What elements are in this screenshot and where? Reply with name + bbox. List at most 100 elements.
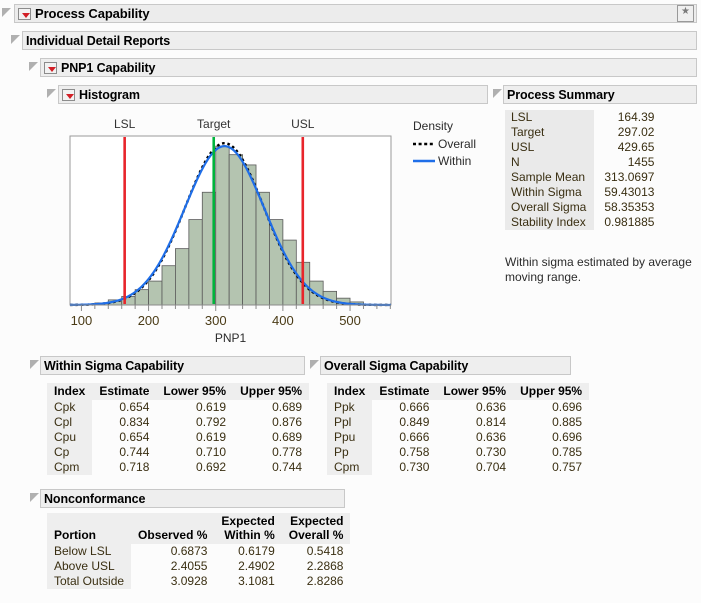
overall-sigma-index-cell: Ppl — [327, 415, 373, 430]
table-row: Cpm 0.730 0.704 0.757 — [327, 460, 589, 475]
red-triangle-menu-icon[interactable] — [18, 7, 31, 20]
nonconformance-col-header: Observed % — [131, 528, 215, 544]
nonconformance-value-cell: 2.4055 — [170, 559, 208, 573]
table-row: Cpm 0.718 0.692 0.744 — [47, 460, 309, 475]
panel-title-within-sigma-capability: Within Sigma Capability — [44, 358, 184, 373]
outline-within-sigma-capability[interactable]: Within Sigma Capability — [40, 356, 305, 375]
x-axis-tick-label: 100 — [71, 313, 93, 328]
star-button-icon[interactable] — [675, 5, 694, 24]
within-sigma-col-header: Estimate — [92, 383, 157, 400]
nonconformance-col-header: Portion — [47, 528, 132, 544]
process-summary-row: LSL 164.39 — [505, 110, 660, 125]
panel-title-individual-detail-reports: Individual Detail Reports — [26, 33, 171, 48]
nonconformance-col-header: Overall % — [281, 528, 351, 544]
disclosure-triangle-individual-detail-reports[interactable] — [10, 34, 21, 45]
red-triangle-menu-icon-histogram[interactable] — [62, 88, 75, 101]
within-sigma-value-cell: 0.654 — [119, 430, 150, 444]
process-summary-value: 1455 — [627, 155, 655, 169]
table-row: Above USL 2.4055 2.4902 2.2868 — [47, 559, 350, 574]
x-axis-title: PNP1 — [215, 331, 247, 345]
histogram-bar — [215, 145, 230, 306]
overall-sigma-value-cell: 0.757 — [552, 460, 583, 474]
outline-pnp1-capability[interactable]: PNP1 Capability — [40, 58, 697, 77]
panel-title-overall-sigma-capability: Overall Sigma Capability — [324, 358, 469, 373]
overall-sigma-value-cell: 0.704 — [476, 460, 507, 474]
nonconformance-value-cell: 2.8286 — [306, 574, 344, 588]
within-sigma-table: Index Estimate Lower 95% Upper 95% Cpk 0.654… — [47, 383, 310, 475]
nonconformance-table: Expected Expected Portion Observed % Within… — [47, 513, 351, 589]
reference-label-target: Target — [197, 117, 231, 131]
process-summary-row: Target 297.02 — [505, 125, 660, 140]
disclosure-triangle-process-capability[interactable] — [1, 7, 12, 18]
overall-sigma-index-cell: Ppu — [327, 430, 373, 445]
process-summary-row: Stability Index 0.981885 — [505, 215, 660, 230]
histogram-bar — [269, 219, 284, 306]
table-row: Cpu 0.654 0.619 0.689 — [47, 430, 309, 445]
overall-sigma-index-cell: Cpm — [327, 460, 373, 475]
nonconformance-value-cell: 2.2868 — [306, 559, 344, 573]
within-sigma-index-cell: Cpl — [47, 415, 93, 430]
outline-process-summary[interactable]: Process Summary — [503, 85, 697, 104]
outline-individual-detail-reports[interactable]: Individual Detail Reports — [22, 31, 697, 50]
histogram-bar — [161, 265, 176, 306]
within-sigma-value-cell: 0.778 — [272, 445, 303, 459]
x-axis-tick-label: 500 — [339, 313, 361, 328]
histogram-bar — [148, 280, 163, 306]
disclosure-triangle-histogram[interactable] — [46, 88, 57, 99]
overall-sigma-value-cell: 0.758 — [399, 445, 430, 459]
overall-sigma-value-cell: 0.666 — [399, 430, 430, 444]
disclosure-triangle-within-sigma[interactable] — [29, 359, 40, 370]
overall-sigma-col-header: Estimate — [372, 383, 437, 400]
within-sigma-table-wrap: Index Estimate Lower 95% Upper 95% Cpk 0.654… — [47, 383, 310, 475]
process-summary-value: 313.0697 — [604, 170, 655, 184]
within-sigma-value-cell: 0.792 — [196, 415, 227, 429]
within-sigma-value-cell: 0.692 — [196, 460, 227, 474]
table-row: Ppk 0.666 0.636 0.696 — [327, 400, 589, 415]
overall-sigma-table: Index Estimate Lower 95% Upper 95% Ppk 0.666… — [327, 383, 590, 475]
overall-sigma-value-cell: 0.636 — [476, 400, 507, 414]
nonconformance-value-cell: 0.6179 — [238, 544, 275, 558]
disclosure-triangle-nonconformance[interactable] — [29, 492, 40, 503]
x-axis-tick-label: 200 — [138, 313, 160, 328]
disclosure-triangle-overall-sigma[interactable] — [309, 359, 320, 370]
nonconformance-col-header-top — [131, 513, 215, 528]
nonconformance-col-header-top — [47, 513, 132, 528]
within-sigma-value-cell: 0.710 — [196, 445, 227, 459]
reference-label-lsl: LSL — [114, 117, 136, 131]
x-axis-tick-label: 400 — [272, 313, 294, 328]
histogram-bar — [228, 154, 243, 306]
process-summary-label: USL — [505, 140, 595, 155]
process-summary-label: Within Sigma — [505, 185, 595, 200]
outline-nonconformance[interactable]: Nonconformance — [40, 489, 345, 508]
within-sigma-value-cell: 0.876 — [272, 415, 303, 429]
within-sigma-value-cell: 0.689 — [272, 430, 303, 444]
within-sigma-col-header: Upper 95% — [233, 383, 310, 400]
within-sigma-index-cell: Cpu — [47, 430, 93, 445]
overall-sigma-index-cell: Pp — [327, 445, 373, 460]
nonconformance-portion-cell: Total Outside — [47, 574, 132, 589]
process-summary-row: Sample Mean 313.0697 — [505, 170, 660, 185]
within-sigma-value-cell: 0.619 — [196, 400, 227, 414]
process-summary-table-wrap: LSL 164.39 Target 297.02 USL 429.65 N 1455 Sampl… — [505, 110, 660, 230]
process-summary-row: Overall Sigma 58.35353 — [505, 200, 660, 215]
red-triangle-menu-icon-pnp1[interactable] — [44, 61, 57, 74]
overall-sigma-value-cell: 0.636 — [476, 430, 507, 444]
histogram-bar — [255, 191, 270, 306]
overall-sigma-index-cell: Ppk — [327, 400, 373, 415]
outline-histogram[interactable]: Histogram — [58, 85, 488, 104]
outline-overall-sigma-capability[interactable]: Overall Sigma Capability — [320, 356, 571, 375]
outline-process-capability[interactable]: Process Capability — [14, 4, 697, 23]
disclosure-triangle-pnp1-capability[interactable] — [28, 61, 39, 72]
table-row: Cpk 0.654 0.619 0.689 — [47, 400, 309, 415]
process-summary-label: Sample Mean — [505, 170, 595, 185]
legend-label-overall: Overall — [438, 137, 476, 151]
panel-title-histogram: Histogram — [79, 87, 140, 102]
within-sigma-index-cell: Cpk — [47, 400, 93, 415]
process-summary-value: 297.02 — [617, 125, 655, 139]
nonconformance-col-header-top: Expected — [281, 513, 351, 528]
process-summary-value: 58.35353 — [604, 200, 655, 214]
legend-label-within: Within — [438, 154, 471, 168]
disclosure-triangle-process-summary[interactable] — [492, 88, 503, 99]
histogram-svg: LSL Target USL 100 200 300 400 500 PNP1 Density Ov… — [69, 117, 476, 345]
overall-sigma-value-cell: 0.730 — [399, 460, 430, 474]
